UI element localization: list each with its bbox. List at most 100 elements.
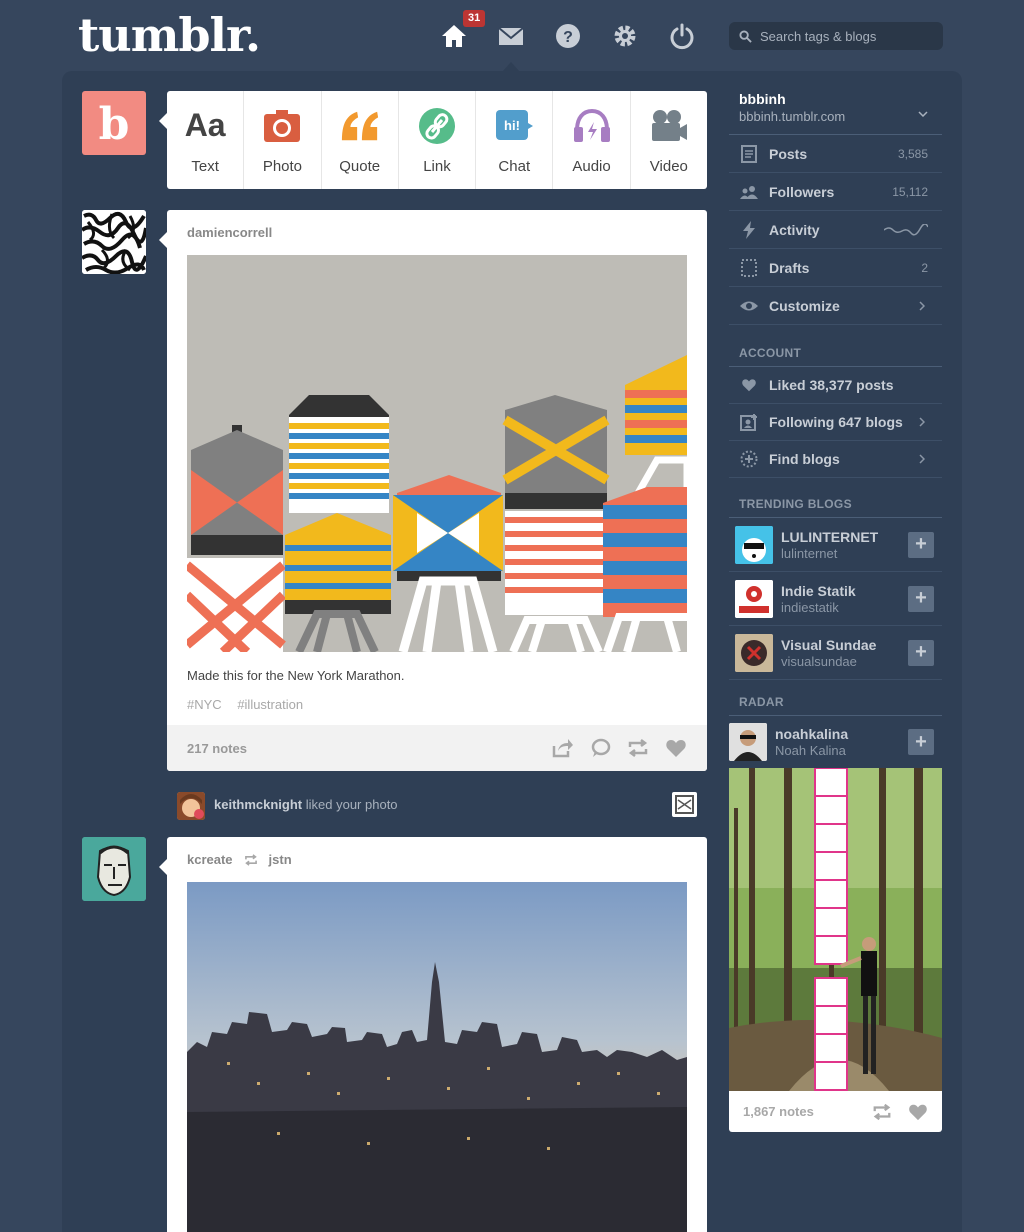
new-quote-post-button[interactable]: Quote [322,91,399,189]
blog-avatar[interactable] [735,579,773,618]
following-icon [739,413,759,431]
chevron-right-icon [919,454,925,464]
tumblr-logo[interactable]: tumblr. [78,8,261,62]
blog-selector[interactable]: bbbinh bbbinh.tumblr.com [729,85,942,135]
help-icon[interactable]: ? [554,22,582,50]
trending-blog-item[interactable]: LULINTERNET lulinternet + [729,518,942,572]
post-type-label: Chat [498,157,531,175]
post-card: damiencorrell Made this for the New York… [159,210,707,771]
headphones-icon [572,106,612,146]
post-tags: #NYC #illustration [187,697,315,712]
new-text-post-button[interactable]: Aa Text [167,91,245,189]
blog-url: lulinternet [781,545,838,561]
post-type-label: Quote [339,157,381,175]
heart-icon[interactable] [908,1102,928,1122]
follow-button[interactable]: + [908,729,934,755]
blog-url: bbbinh.tumblr.com [739,109,846,124]
search-input[interactable] [760,28,940,44]
sidebar-item-likes[interactable]: Liked 38,377 posts [729,367,942,404]
tag-link[interactable]: #NYC [187,697,222,712]
camera-icon [262,106,302,146]
account-heading: ACCOUNT [729,325,942,367]
followers-icon [739,183,759,201]
follow-button[interactable]: + [908,639,934,666]
sidebar-item-label: Find blogs [769,451,840,467]
heart-icon[interactable] [665,737,687,759]
new-link-post-button[interactable]: Link [399,91,477,189]
reblog-icon [244,853,257,866]
follow-button[interactable]: + [908,585,934,612]
eye-icon [739,297,759,315]
radar-blog-item[interactable]: noahkalina Noah Kalina + [729,716,942,768]
trending-heading: TRENDING BLOGS [729,478,942,518]
activity-user-avatar[interactable] [177,792,205,820]
find-blogs-icon [739,450,759,468]
sidebar-item-find-blogs[interactable]: Find blogs [729,441,942,478]
reblog-icon[interactable] [872,1102,892,1122]
new-chat-post-button[interactable]: hi! Chat [476,91,554,189]
post-author-link[interactable]: kcreate [187,852,233,867]
share-icon[interactable] [551,737,573,759]
trending-blog-item[interactable]: Indie Statik indiestatik + [729,572,942,626]
activity-post-thumbnail[interactable] [672,792,697,817]
radar-photo[interactable] [729,768,942,1091]
sidebar-item-drafts[interactable]: Drafts 2 [729,249,942,287]
search-box[interactable] [729,22,943,50]
post-author-avatar[interactable] [82,210,146,274]
post-photo[interactable] [183,255,691,656]
mail-icon[interactable] [497,22,525,50]
post-author-avatar[interactable] [82,837,146,901]
blog-name: Visual Sundae [781,636,877,653]
post-type-bar: Aa Text Photo Quote Link hi! Chat Audio … [159,91,707,189]
post-type-label: Audio [572,157,611,175]
chat-icon: hi! [494,106,534,146]
sidebar-item-following[interactable]: Following 647 blogs [729,404,942,441]
activity-text: liked your photo [305,797,398,812]
sidebar-item-posts[interactable]: Posts 3,585 [729,135,942,173]
post-caption: Made this for the New York Marathon. [187,668,405,683]
post-type-label: Video [649,157,688,175]
blog-name: noahkalina [775,726,849,742]
post-footer: 217 notes [167,725,707,771]
gear-icon[interactable] [611,22,639,50]
chevron-right-icon [919,417,925,427]
svg-text:?: ? [563,29,573,46]
reply-icon[interactable] [589,737,611,759]
reblogged-from-link[interactable]: jstn [269,852,292,867]
post-author-link[interactable]: damiencorrell [187,225,272,240]
trending-blog-item[interactable]: Visual Sundae visualsundae + [729,626,942,680]
new-photo-post-button[interactable]: Photo [244,91,322,189]
sidebar: bbbinh bbbinh.tumblr.com Posts 3,585 Fol… [729,85,942,1132]
sidebar-item-followers[interactable]: Followers 15,112 [729,173,942,211]
reblog-icon[interactable] [627,737,649,759]
post-header: kcreate jstn [187,852,292,867]
sidebar-item-label: Posts [769,145,808,162]
activity-sparkline [884,223,928,236]
blog-avatar[interactable] [729,723,767,761]
activity-notification: keithmcknight liked your photo [214,797,398,812]
power-icon[interactable] [668,22,696,50]
quote-icon [340,106,380,146]
new-audio-post-button[interactable]: Audio [553,91,631,189]
sidebar-item-label: Following 647 blogs [769,414,903,430]
sidebar-item-activity[interactable]: Activity [729,211,942,249]
notes-count[interactable]: 217 notes [187,741,535,756]
sidebar-item-customize[interactable]: Customize [729,287,942,325]
follow-button[interactable]: + [908,531,934,558]
activity-user-link[interactable]: keithmcknight [214,797,302,812]
sidebar-item-count: 15,112 [892,184,928,199]
chevron-down-icon [918,111,928,117]
new-video-post-button[interactable]: Video [631,91,707,189]
notes-count[interactable]: 1,867 notes [743,1104,872,1119]
user-avatar[interactable]: b [82,91,146,155]
sidebar-item-label: Liked 38,377 posts [769,377,894,393]
link-icon [417,106,457,146]
sidebar-item-count: 2 [921,260,928,275]
post-card: kcreate jstn [159,837,707,1232]
blog-avatar[interactable] [735,525,773,564]
blog-avatar[interactable] [735,633,773,672]
notification-badge[interactable]: 31 [463,10,486,27]
tag-link[interactable]: #illustration [237,697,303,712]
post-photo[interactable] [187,882,687,1232]
blog-full-name: Noah Kalina [775,743,846,758]
